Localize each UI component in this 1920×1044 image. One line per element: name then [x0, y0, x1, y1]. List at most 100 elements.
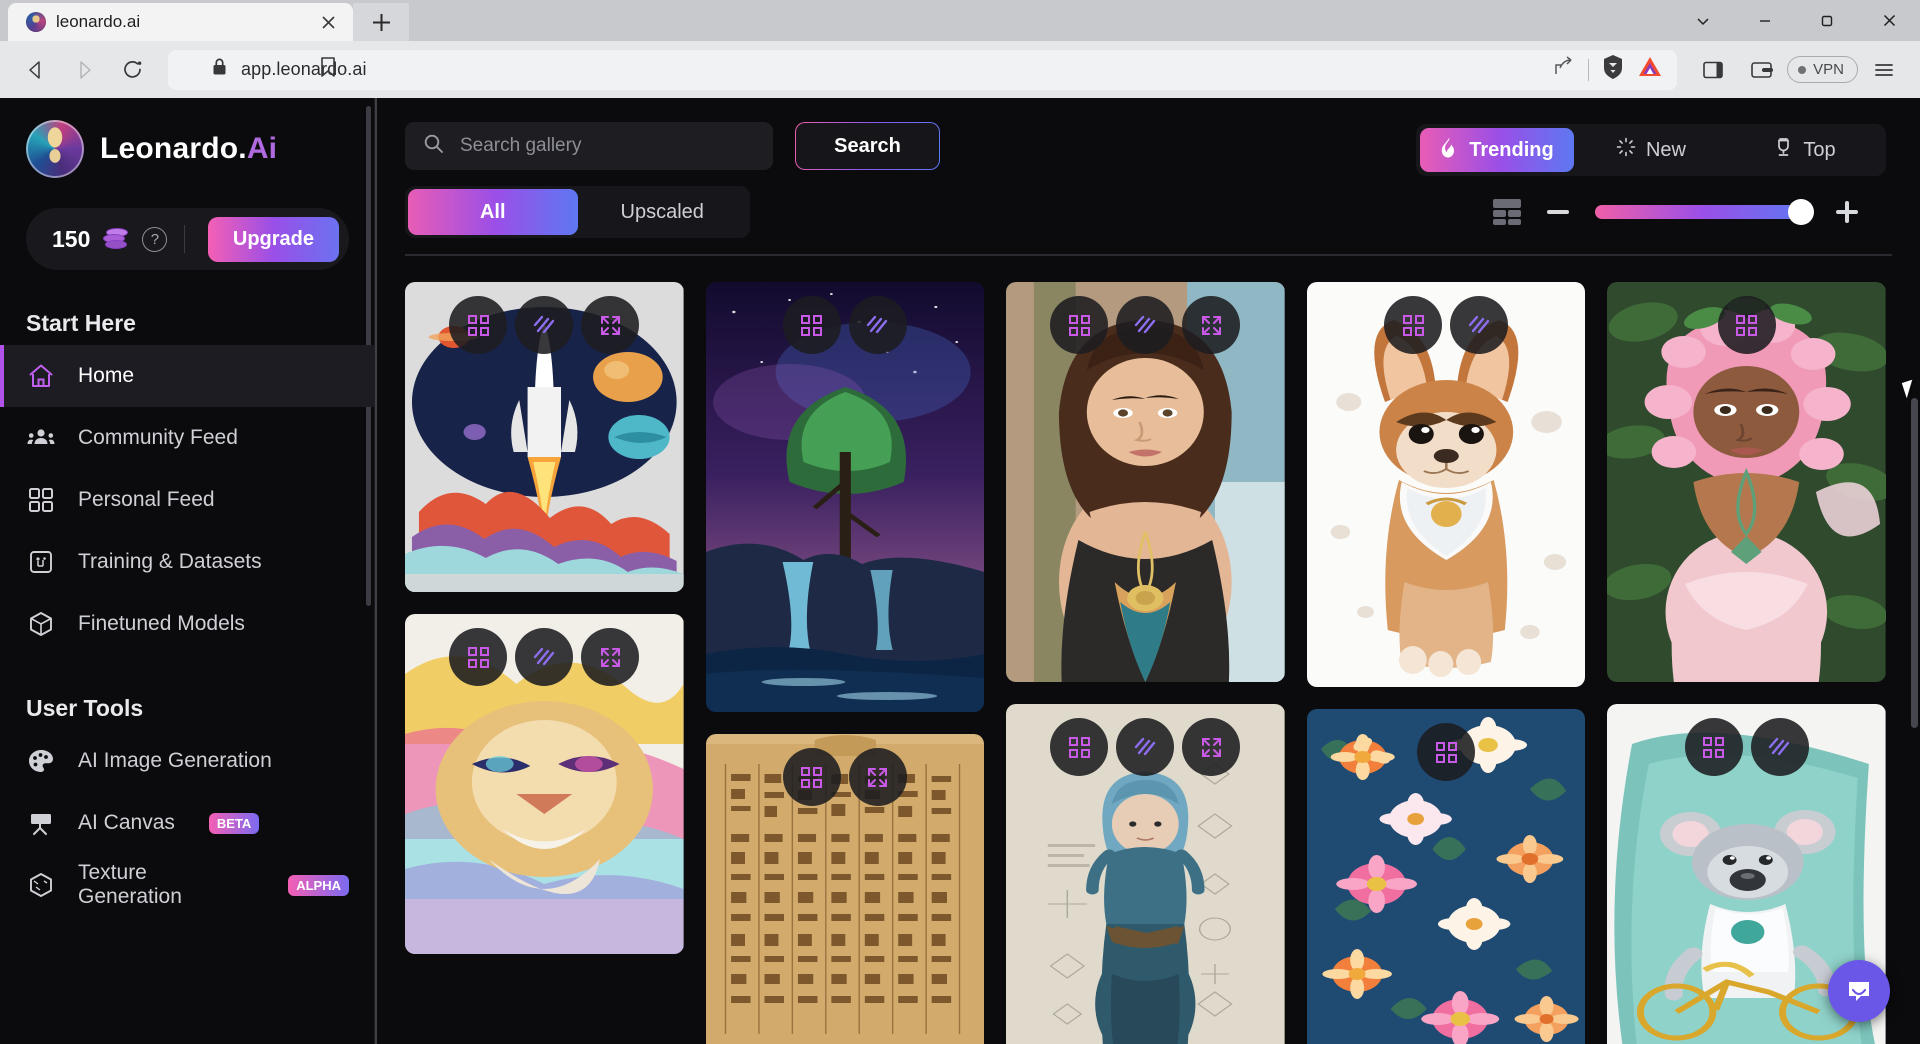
gallery-card[interactable] — [705, 282, 985, 712]
browser-tab[interactable]: leonardo.ai — [8, 3, 353, 41]
sidebar-item-texture-generation[interactable]: Texture Generation ALPHA — [0, 854, 375, 916]
tab-all[interactable]: All — [408, 189, 578, 235]
gallery-card[interactable] — [1006, 704, 1285, 1044]
remix-icon[interactable] — [1717, 296, 1776, 354]
variations-icon[interactable] — [1116, 296, 1175, 354]
sidebar-item-label: Community Feed — [78, 426, 238, 449]
card-actions — [706, 296, 985, 354]
sidebar-item-home[interactable]: Home — [0, 345, 375, 407]
share-icon[interactable] — [1553, 55, 1576, 84]
zoom-out-button[interactable] — [1547, 210, 1569, 214]
search-input-wrapper[interactable] — [405, 122, 773, 170]
bookmark-icon[interactable] — [318, 56, 338, 83]
easel-icon — [26, 808, 56, 838]
zoom-slider[interactable] — [1595, 199, 1814, 225]
credit-amount: 150 — [52, 225, 91, 252]
remix-icon[interactable] — [1050, 296, 1109, 354]
gallery-card[interactable] — [705, 734, 985, 1044]
tab-label: New — [1645, 138, 1686, 161]
maximize-button[interactable] — [1796, 0, 1858, 41]
variations-icon[interactable] — [1116, 718, 1175, 776]
variations-icon[interactable] — [848, 296, 907, 354]
tab-title: leonardo.ai — [56, 12, 141, 31]
window-close-button[interactable] — [1858, 0, 1920, 41]
gallery-card[interactable] — [1306, 709, 1586, 1044]
upgrade-button[interactable]: Upgrade — [207, 216, 339, 262]
main-scrollbar[interactable] — [1911, 398, 1918, 728]
credits-divider — [184, 225, 186, 253]
gallery-card[interactable] — [1306, 282, 1586, 687]
variations-icon[interactable] — [515, 628, 574, 686]
tab-trending[interactable]: Trending — [1420, 128, 1574, 172]
gallery-card[interactable] — [1006, 282, 1285, 682]
sidebar-item-ai-image-generation[interactable]: AI Image Generation — [0, 730, 375, 792]
gallery-card[interactable] — [405, 614, 684, 954]
tab-upscaled[interactable]: Upscaled — [578, 189, 748, 235]
brave-triangle-icon[interactable] — [1637, 55, 1663, 84]
back-icon[interactable] — [14, 50, 58, 90]
gallery-card[interactable] — [1607, 282, 1886, 682]
variations-icon[interactable] — [1450, 296, 1509, 354]
sidebar-item-community-feed[interactable]: Community Feed — [0, 407, 375, 469]
sidebar-item-training-datasets[interactable]: Training & Datasets — [0, 531, 375, 593]
zoom-in-button[interactable] — [1836, 201, 1858, 223]
hamburger-menu-icon[interactable] — [1862, 50, 1906, 90]
remix-icon[interactable] — [1384, 296, 1443, 354]
new-tab-button[interactable] — [353, 3, 409, 41]
home-icon — [26, 361, 56, 391]
card-actions — [1607, 296, 1886, 354]
sidebar-item-label: Training & Datasets — [78, 550, 262, 573]
brave-lion-icon[interactable] — [1601, 54, 1625, 85]
sidebar-section-heading-start: Start Here — [26, 310, 136, 336]
cube-icon — [26, 609, 56, 639]
app-body: Leonardo.Ai 150 ? Upgrade Start Here Hom… — [0, 98, 1920, 1044]
minimize-button[interactable] — [1734, 0, 1796, 41]
remix-icon[interactable] — [1050, 718, 1109, 776]
vpn-button[interactable]: VPN — [1787, 56, 1858, 83]
chat-bubble-icon[interactable] — [1828, 960, 1890, 1022]
forward-icon[interactable] — [62, 50, 106, 90]
filter-tabs: All Upscaled — [405, 186, 750, 238]
remix-icon[interactable] — [1684, 718, 1743, 776]
sidebar-item-ai-canvas[interactable]: AI Canvas BETA — [0, 792, 375, 854]
sidebar-item-finetuned-models[interactable]: Finetuned Models — [0, 593, 375, 655]
fullscreen-icon[interactable] — [1182, 296, 1241, 354]
address-bar[interactable]: app.leonardo.ai — [168, 49, 1678, 90]
zoom-slider-knob[interactable] — [1788, 199, 1814, 225]
wallet-icon[interactable] — [1739, 50, 1783, 90]
variations-icon[interactable] — [1750, 718, 1809, 776]
chevron-down-icon[interactable] — [1672, 0, 1734, 41]
fullscreen-icon[interactable] — [581, 296, 640, 354]
close-icon[interactable] — [315, 9, 341, 35]
search-button[interactable]: Search — [795, 122, 940, 170]
remix-icon[interactable] — [449, 296, 508, 354]
help-icon[interactable]: ? — [142, 226, 168, 252]
tab-top[interactable]: Top — [1728, 128, 1882, 172]
sidebar-panel-icon[interactable] — [1691, 50, 1735, 90]
remix-icon[interactable] — [449, 628, 508, 686]
fullscreen-icon[interactable] — [581, 628, 640, 686]
leonardo-favicon-icon — [26, 12, 46, 32]
brand-name: Leonardo.Ai — [100, 132, 277, 166]
variations-icon[interactable] — [515, 296, 574, 354]
brand-name-main: Leonardo. — [100, 132, 247, 165]
tab-new[interactable]: New — [1574, 128, 1728, 172]
view-controls — [1493, 199, 1892, 225]
grid-icon — [26, 485, 56, 515]
search-input[interactable] — [460, 135, 755, 157]
remix-icon[interactable] — [782, 296, 841, 354]
fullscreen-icon[interactable] — [1182, 718, 1241, 776]
people-icon — [26, 423, 56, 453]
remix-icon[interactable] — [782, 748, 841, 806]
brand-logo-link[interactable]: Leonardo.Ai — [0, 120, 375, 178]
sort-tabs: Trending New Top — [1416, 124, 1886, 176]
remix-icon[interactable] — [1417, 723, 1476, 781]
card-actions — [1307, 723, 1586, 781]
flame-icon — [1440, 137, 1459, 164]
grid-layout-icon[interactable] — [1493, 199, 1521, 225]
card-actions — [1006, 296, 1285, 354]
fullscreen-icon[interactable] — [848, 748, 907, 806]
sidebar-item-personal-feed[interactable]: Personal Feed — [0, 469, 375, 531]
gallery-card[interactable] — [405, 282, 684, 592]
reload-icon[interactable] — [110, 50, 154, 90]
